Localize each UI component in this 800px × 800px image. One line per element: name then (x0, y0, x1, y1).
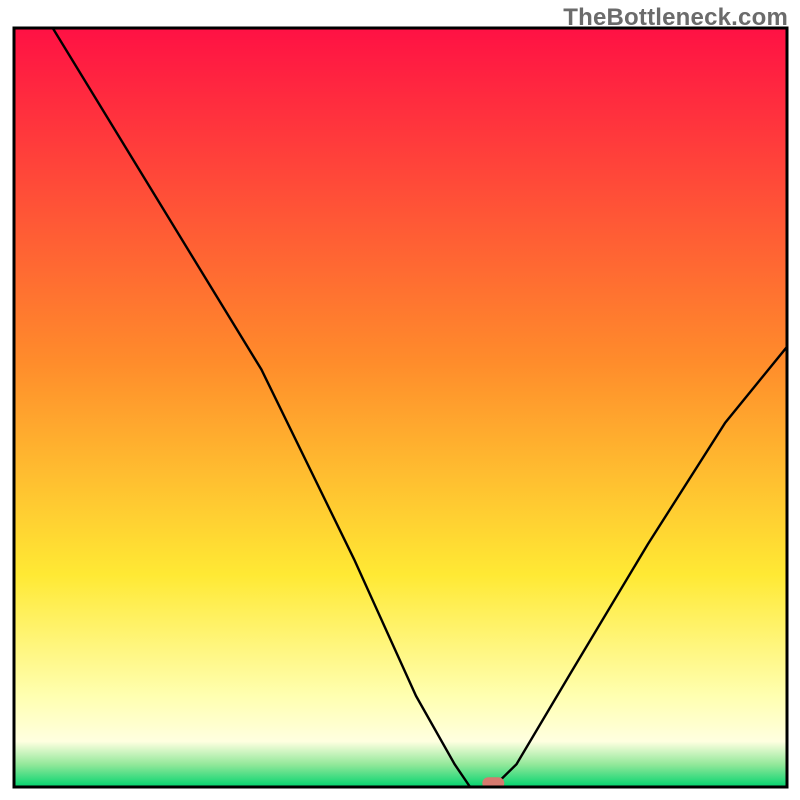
watermark-label: TheBottleneck.com (563, 4, 788, 32)
gradient-background (14, 28, 787, 787)
chart-stage: TheBottleneck.com (0, 0, 800, 800)
bottleneck-chart-svg (0, 0, 800, 800)
